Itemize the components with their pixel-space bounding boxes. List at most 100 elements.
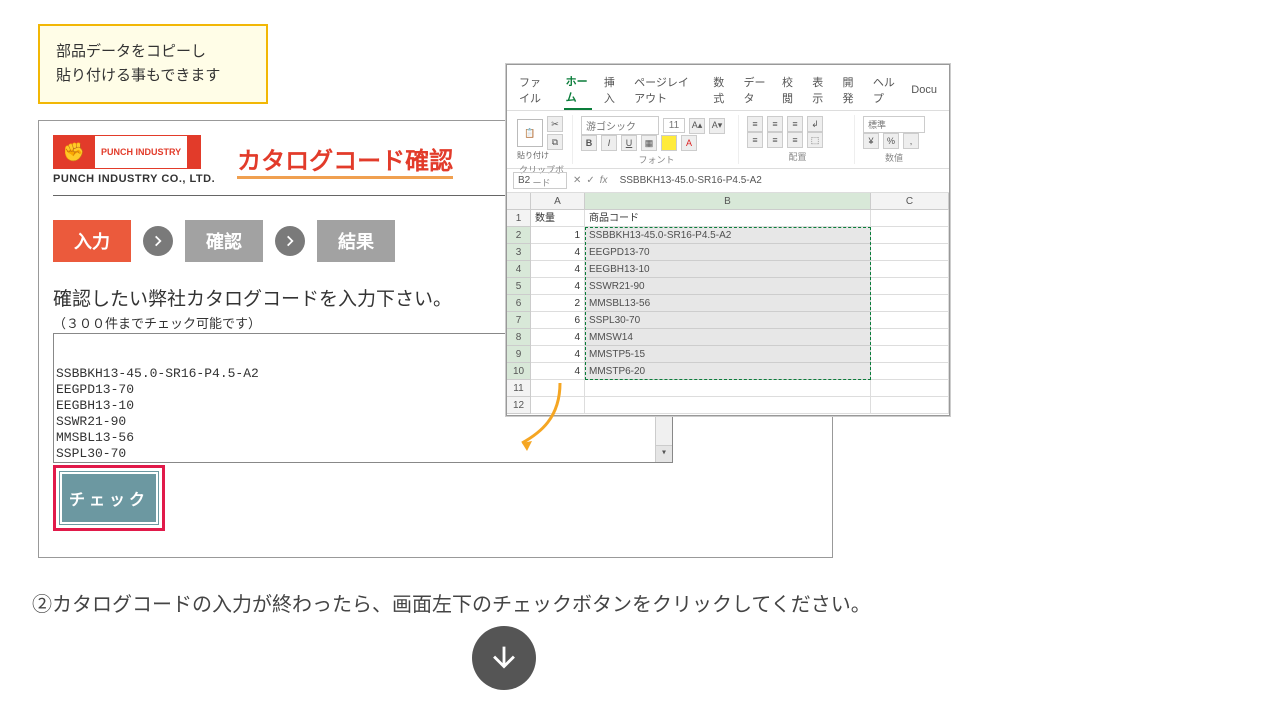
scroll-down-icon[interactable]: ▾ [656,445,672,462]
ribbon-tab[interactable]: ヘルプ [871,71,899,109]
align-left-icon[interactable]: ≡ [747,132,763,148]
cell[interactable] [871,295,949,312]
font-color-icon[interactable]: A [681,135,697,151]
row-header[interactable]: 10 [507,363,531,380]
italic-icon[interactable]: I [601,135,617,151]
increase-font-icon[interactable]: A▴ [689,118,705,134]
cell[interactable] [871,278,949,295]
cell[interactable] [871,227,949,244]
confirm-entry-icon[interactable]: ✓ [586,175,594,186]
cell[interactable]: 4 [531,261,585,278]
column-header[interactable]: A [531,193,585,210]
wrap-text-icon[interactable]: ↲ [807,116,823,132]
font-size-select[interactable]: 11 [663,118,685,133]
decrease-font-icon[interactable]: A▾ [709,118,725,134]
cell[interactable]: 4 [531,346,585,363]
step-input[interactable]: 入力 [53,220,131,262]
ribbon-tab[interactable]: 数式 [711,71,731,109]
cell[interactable]: MMSW14 [585,329,871,346]
cell[interactable]: SSBBKH13-45.0-SR16-P4.5-A2 [585,227,871,244]
copy-icon[interactable]: ⧉ [547,134,563,150]
fill-color-icon[interactable] [661,135,677,151]
cell[interactable]: 4 [531,278,585,295]
check-button[interactable]: チェック [60,472,158,524]
formula-bar[interactable]: SSBBKH13-45.0-SR16-P4.5-A2 [614,175,943,186]
cell[interactable]: SSWR21-90 [585,278,871,295]
ribbon-tab[interactable]: ホーム [564,70,592,110]
cell[interactable]: 4 [531,329,585,346]
number-format-select[interactable]: 標準 [863,116,925,133]
cell[interactable] [871,210,949,227]
row-header[interactable]: 1 [507,210,531,227]
cell[interactable]: EEGBH13-10 [585,261,871,278]
font-name-select[interactable]: 游ゴシック [581,116,659,135]
border-icon[interactable]: ▦ [641,135,657,151]
paste-icon[interactable]: 📋 [517,119,543,147]
cell[interactable] [531,397,585,414]
align-top-icon[interactable]: ≡ [747,116,763,132]
clipboard-group: 📋 ✂ ⧉ 貼り付け クリップボード [515,115,573,164]
underline-icon[interactable]: U [621,135,637,151]
ribbon-tab[interactable]: ページレイアウト [632,71,701,109]
cell[interactable]: 1 [531,227,585,244]
cell[interactable] [531,380,585,397]
row-header[interactable]: 2 [507,227,531,244]
cell[interactable] [871,312,949,329]
cell[interactable]: EEGPD13-70 [585,244,871,261]
cell[interactable] [871,363,949,380]
row-header[interactable]: 5 [507,278,531,295]
cell[interactable] [871,346,949,363]
name-box[interactable]: B2 [513,172,567,189]
cell[interactable]: MMSBL13-56 [585,295,871,312]
cell[interactable] [871,329,949,346]
cell[interactable]: 4 [531,244,585,261]
ribbon-tab[interactable]: 挿入 [602,71,622,109]
bold-icon[interactable]: B [581,135,597,151]
row-header[interactable]: 9 [507,346,531,363]
ribbon-tab[interactable]: Docu [909,81,939,99]
row-header[interactable]: 12 [507,397,531,414]
step-confirm[interactable]: 確認 [185,220,263,262]
cell[interactable]: 4 [531,363,585,380]
row-header[interactable]: 6 [507,295,531,312]
row-header[interactable]: 3 [507,244,531,261]
cancel-entry-icon[interactable]: ✕ [573,175,581,186]
column-header[interactable]: C [871,193,949,210]
align-middle-icon[interactable]: ≡ [767,116,783,132]
excel-grid[interactable]: ABC1数量商品コード21SSBBKH13-45.0-SR16-P4.5-A23… [507,193,949,414]
number-group-label: 数値 [863,149,925,164]
cell[interactable]: 2 [531,295,585,312]
cell[interactable]: MMSTP5-15 [585,346,871,363]
step-result[interactable]: 結果 [317,220,395,262]
ribbon-tab[interactable]: 表示 [810,71,830,109]
cell[interactable]: 6 [531,312,585,329]
cell[interactable] [585,380,871,397]
cell[interactable]: 数量 [531,210,585,227]
row-header[interactable]: 8 [507,329,531,346]
percent-icon[interactable]: % [883,133,899,149]
column-header[interactable]: B [585,193,871,210]
cell[interactable] [585,397,871,414]
cell[interactable] [871,380,949,397]
cell[interactable] [871,261,949,278]
ribbon-tab[interactable]: 開発 [841,71,861,109]
align-bottom-icon[interactable]: ≡ [787,116,803,132]
row-header[interactable]: 11 [507,380,531,397]
cell[interactable] [871,244,949,261]
fx-icon[interactable]: fx [600,175,608,186]
cell[interactable]: 商品コード [585,210,871,227]
ribbon-tab[interactable]: データ [741,71,769,109]
ribbon-tab[interactable]: 校閲 [780,71,800,109]
currency-icon[interactable]: ¥ [863,133,879,149]
row-header[interactable]: 4 [507,261,531,278]
ribbon-tab[interactable]: ファイル [517,71,554,109]
cell[interactable]: MMSTP6-20 [585,363,871,380]
row-header[interactable]: 7 [507,312,531,329]
merge-icon[interactable]: ⬚ [807,132,823,148]
cell[interactable]: SSPL30-70 [585,312,871,329]
align-right-icon[interactable]: ≡ [787,132,803,148]
align-center-icon[interactable]: ≡ [767,132,783,148]
cut-icon[interactable]: ✂ [547,116,563,132]
cell[interactable] [871,397,949,414]
comma-icon[interactable]: , [903,133,919,149]
